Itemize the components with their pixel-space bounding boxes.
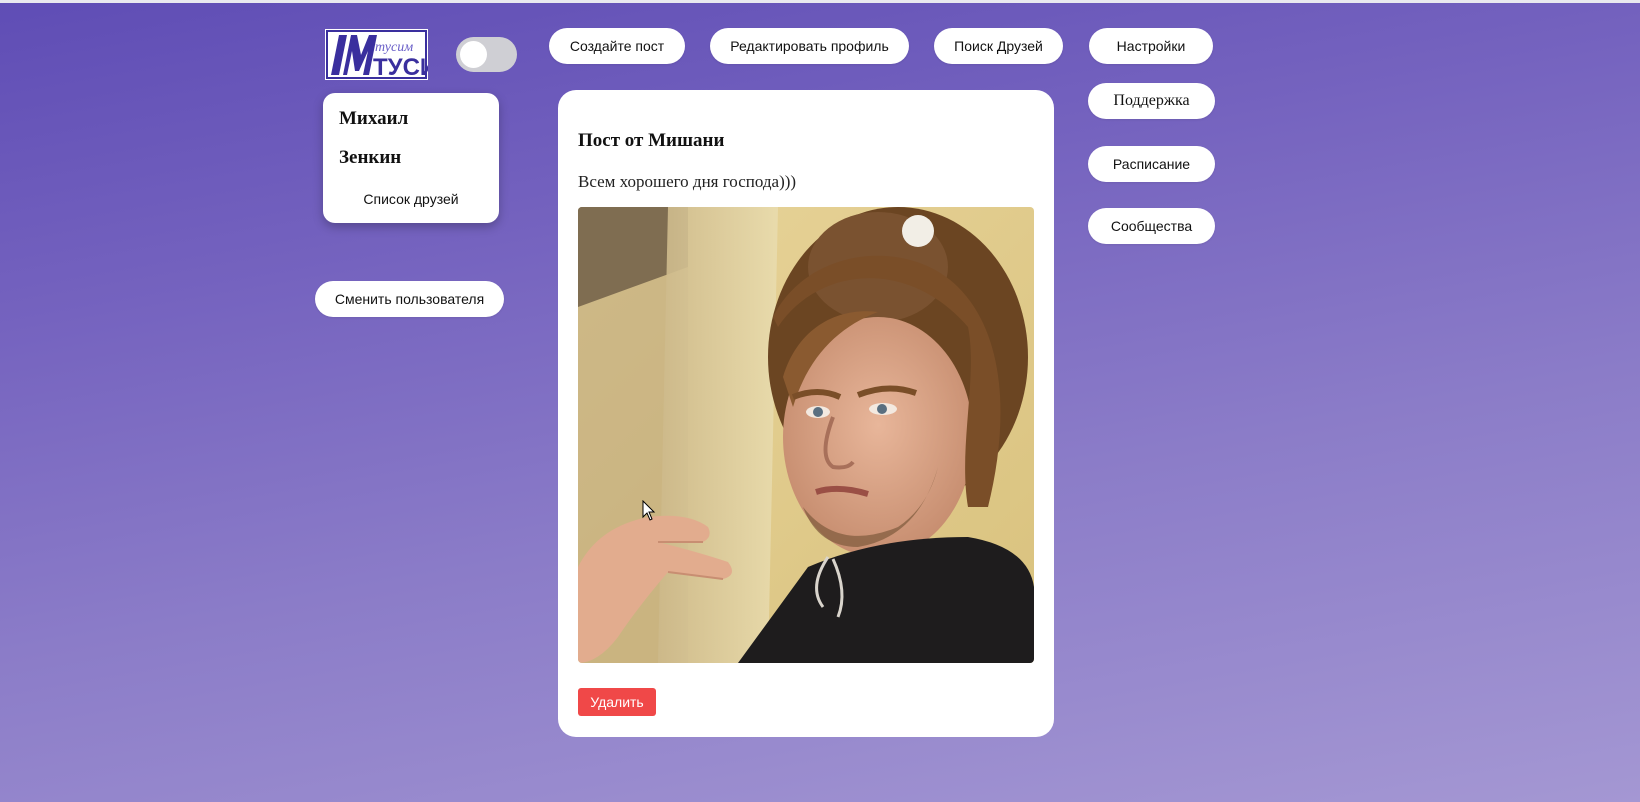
- support-button[interactable]: Поддержка: [1088, 83, 1215, 119]
- create-post-button[interactable]: Создайте пост: [549, 28, 685, 64]
- profile-card: Михаил Зенкин Список друзей: [323, 93, 499, 223]
- settings-button[interactable]: Настройки: [1089, 28, 1213, 64]
- communities-button[interactable]: Сообщества: [1088, 208, 1215, 244]
- profile-last-name: Зенкин: [339, 147, 402, 168]
- toggle-knob: [460, 41, 487, 68]
- site-logo[interactable]: тусим ТУСИ: [325, 29, 428, 80]
- profile-first-name: Михаил: [339, 108, 409, 129]
- post-photo: [578, 207, 1034, 663]
- delete-post-button[interactable]: Удалить: [578, 688, 656, 716]
- mouse-cursor-icon: [642, 500, 656, 521]
- find-friends-button[interactable]: Поиск Друзей: [934, 28, 1063, 64]
- logo-text-bottom: ТУСИ: [373, 54, 428, 80]
- edit-profile-button[interactable]: Редактировать профиль: [710, 28, 909, 64]
- post-text: Всем хорошего дня господа))): [578, 172, 797, 191]
- theme-toggle[interactable]: [456, 37, 517, 72]
- switch-user-button[interactable]: Сменить пользователя: [315, 281, 504, 317]
- top-border: [0, 0, 1640, 3]
- logo-text-top: тусим: [375, 40, 413, 55]
- post-card: Пост от Мишани Всем хорошего дня господа…: [558, 90, 1054, 737]
- post-title: Пост от Мишани: [578, 130, 725, 151]
- friends-list-link[interactable]: Список друзей: [323, 191, 499, 207]
- logo-icon: тусим ТУСИ: [325, 29, 428, 80]
- schedule-button[interactable]: Расписание: [1088, 146, 1215, 182]
- portrait-photo-image: [578, 207, 1034, 663]
